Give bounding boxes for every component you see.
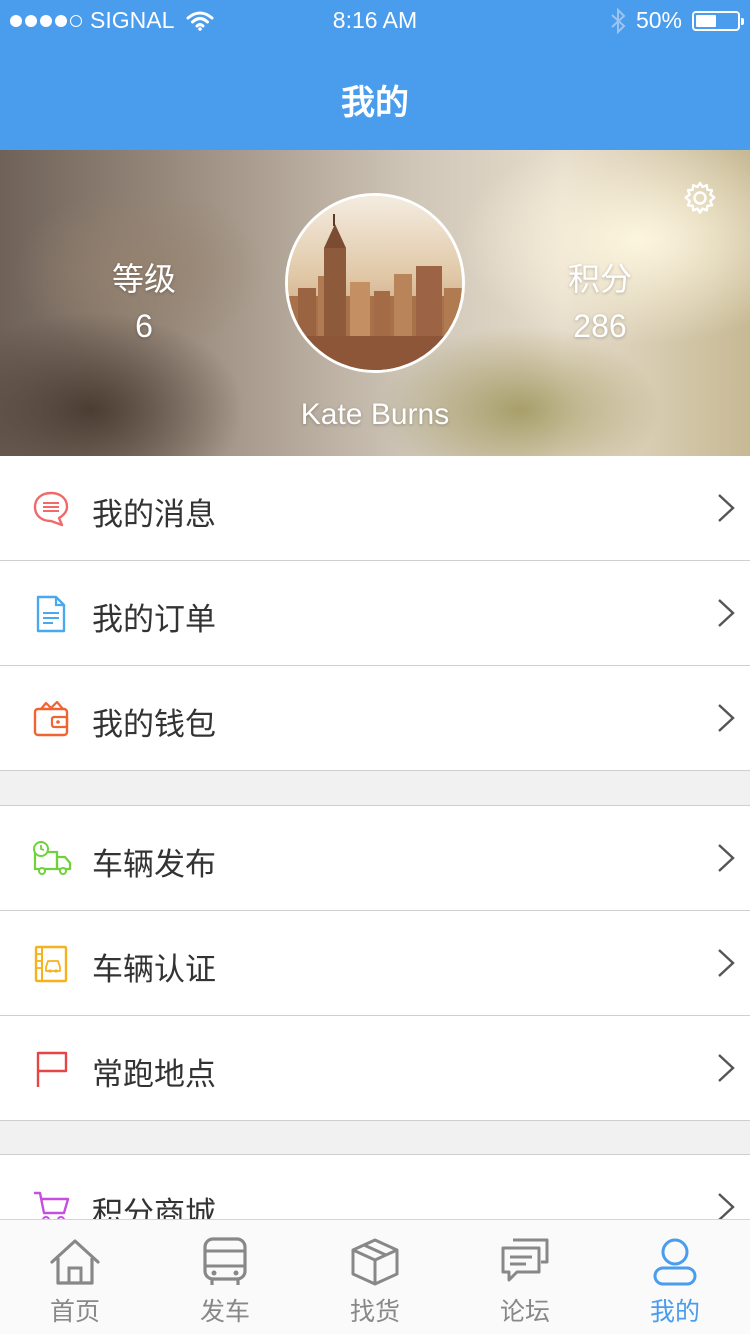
chevron-right-icon bbox=[718, 494, 735, 522]
menu-item-label: 我的订单 bbox=[92, 602, 216, 638]
status-bar: SIGNAL 8:16 AM 50% bbox=[0, 0, 750, 40]
tab-home[interactable]: 首页 bbox=[0, 1220, 150, 1334]
nav-bar: 我的 bbox=[0, 40, 750, 150]
page-title: 我的 bbox=[341, 83, 409, 123]
tab-mine[interactable]: 我的 bbox=[600, 1220, 750, 1334]
level-stat: 等级 6 bbox=[74, 254, 214, 345]
menu-item-label: 我的消息 bbox=[92, 497, 216, 533]
tab-label: 找货 bbox=[349, 1297, 400, 1326]
menu-item-label: 车辆认证 bbox=[92, 952, 216, 988]
level-label: 等级 bbox=[111, 260, 176, 298]
document-icon bbox=[36, 595, 66, 633]
section-separator bbox=[0, 1121, 750, 1155]
wallet-icon bbox=[33, 700, 69, 737]
section-separator bbox=[0, 771, 750, 806]
truck-clock-icon bbox=[33, 841, 72, 875]
tab-depart[interactable]: 发车 bbox=[150, 1220, 300, 1334]
bus-icon bbox=[203, 1237, 247, 1285]
level-value: 6 bbox=[135, 308, 153, 344]
points-stat: 积分 286 bbox=[530, 254, 670, 345]
username: Kate Burns bbox=[300, 398, 450, 431]
menu-item-vehicle-cert[interactable]: 车辆认证 bbox=[0, 911, 750, 1016]
chevron-right-icon bbox=[718, 1054, 735, 1082]
chevron-right-icon bbox=[718, 599, 735, 627]
menu-item-label: 车辆发布 bbox=[92, 847, 216, 883]
tab-label: 我的 bbox=[649, 1297, 700, 1326]
tab-bar: 首页 发车 找货 论坛 我的 bbox=[0, 1219, 750, 1334]
forum-chat-icon bbox=[501, 1238, 549, 1282]
home-icon bbox=[50, 1239, 100, 1285]
gear-icon[interactable] bbox=[682, 180, 718, 216]
menu-item-label: 我的钱包 bbox=[92, 707, 216, 743]
battery-icon bbox=[692, 10, 744, 31]
message-bubble-icon bbox=[33, 491, 69, 527]
menu-item-frequent-places[interactable]: 常跑地点 bbox=[0, 1016, 750, 1121]
user-icon bbox=[653, 1238, 697, 1286]
avatar-image bbox=[288, 196, 462, 370]
status-bar-right: 50% bbox=[610, 7, 744, 34]
package-box-icon bbox=[351, 1238, 399, 1286]
flag-icon bbox=[36, 1051, 68, 1087]
chevron-right-icon bbox=[718, 704, 735, 732]
avatar[interactable] bbox=[285, 193, 465, 373]
menu-item-messages[interactable]: 我的消息 bbox=[0, 456, 750, 561]
points-value: 286 bbox=[573, 308, 627, 344]
bluetooth-icon bbox=[611, 7, 626, 34]
menu-item-wallet[interactable]: 我的钱包 bbox=[0, 666, 750, 771]
menu-item-label: 常跑地点 bbox=[92, 1057, 216, 1093]
points-label: 积分 bbox=[567, 260, 632, 298]
profile-header: 等级 6 积分 286 Kate Burns bbox=[0, 150, 750, 456]
menu-group-account: 我的消息 我的订单 我的钱包 bbox=[0, 456, 750, 771]
vehicle-certificate-icon bbox=[34, 945, 68, 983]
tab-label: 首页 bbox=[49, 1297, 100, 1326]
chevron-right-icon bbox=[718, 844, 735, 872]
menu-item-orders[interactable]: 我的订单 bbox=[0, 561, 750, 666]
tab-forum[interactable]: 论坛 bbox=[450, 1220, 600, 1334]
menu-item-vehicle-publish[interactable]: 车辆发布 bbox=[0, 806, 750, 911]
battery-percent: 50% bbox=[635, 7, 682, 33]
tab-label: 论坛 bbox=[499, 1297, 550, 1326]
chevron-right-icon bbox=[718, 949, 735, 977]
menu-group-vehicle: 车辆发布 车辆认证 常跑地点 bbox=[0, 806, 750, 1121]
tab-find-cargo[interactable]: 找货 bbox=[300, 1220, 450, 1334]
tab-label: 发车 bbox=[199, 1297, 250, 1326]
